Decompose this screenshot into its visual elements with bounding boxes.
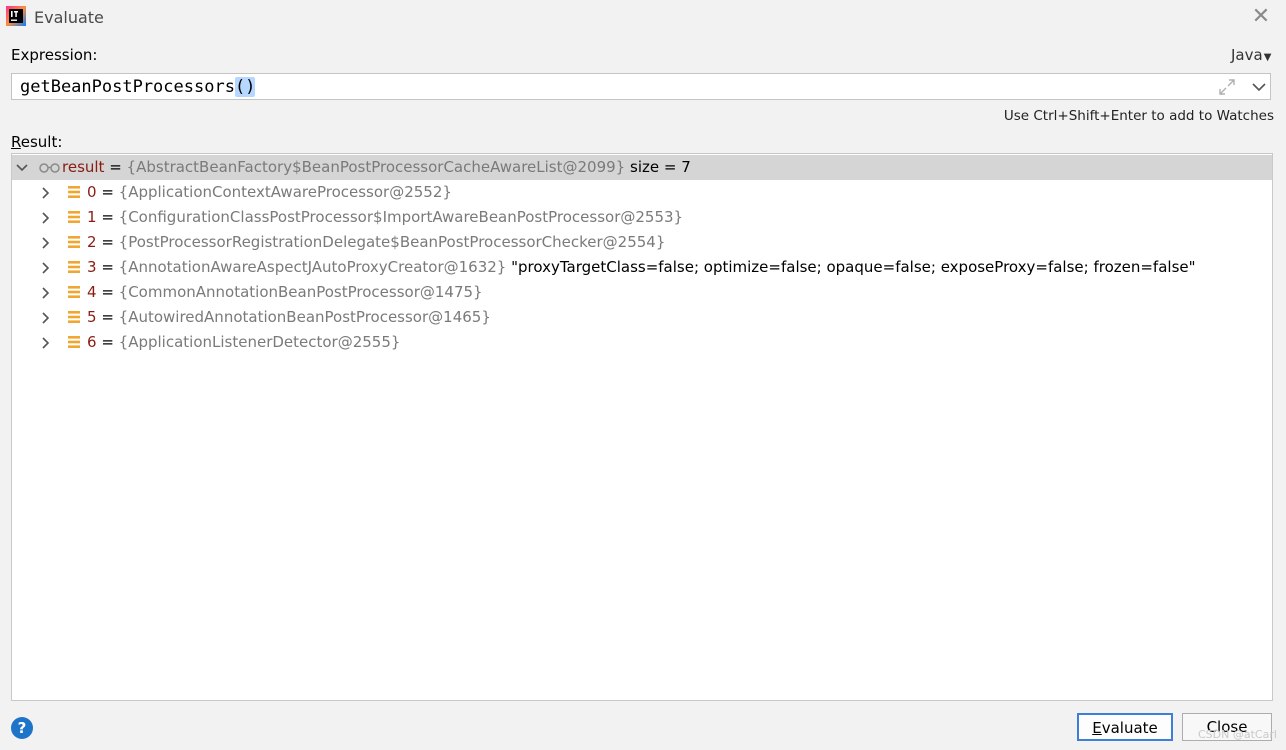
item-extra: "proxyTargetClass=false; optimize=false;… (506, 258, 1196, 276)
tree-row-text: 4 = {CommonAnnotationBeanPostProcessor@1… (87, 280, 483, 305)
tree-row-text: 0 = {ApplicationContextAwareProcessor@25… (87, 180, 452, 205)
close-icon[interactable]: ✕ (1248, 4, 1274, 30)
chevron-right-icon[interactable] (39, 336, 53, 350)
field-icon (68, 186, 80, 198)
chevron-right-icon[interactable] (39, 211, 53, 225)
help-icon[interactable]: ? (11, 717, 33, 739)
tree-row[interactable]: 2 = {PostProcessorRegistrationDelegate$B… (12, 230, 1272, 255)
root-value: {AbstractBeanFactory$BeanPostProcessorCa… (126, 158, 626, 176)
item-index: 3 (87, 258, 97, 276)
root-var-name: result (62, 158, 105, 176)
tree-root-text: result = {AbstractBeanFactory$BeanPostPr… (62, 155, 691, 180)
tree-row[interactable]: 1 = {ConfigurationClassPostProcessor$Imp… (12, 205, 1272, 230)
field-icon (68, 336, 80, 348)
chevron-down-icon[interactable] (15, 161, 29, 175)
field-icon (68, 211, 80, 223)
tree-row-text: 3 = {AnnotationAwareAspectJAutoProxyCrea… (87, 255, 1196, 280)
tree-row-text: 2 = {PostProcessorRegistrationDelegate$B… (87, 230, 665, 255)
item-value: {AnnotationAwareAspectJAutoProxyCreator@… (118, 258, 507, 276)
tree-row[interactable]: 4 = {CommonAnnotationBeanPostProcessor@1… (12, 280, 1272, 305)
item-index: 0 (87, 183, 97, 201)
chevron-right-icon[interactable] (39, 261, 53, 275)
field-icon (68, 261, 80, 273)
item-index: 5 (87, 308, 97, 326)
item-index: 2 (87, 233, 97, 251)
item-value: {AutowiredAnnotationBeanPostProcessor@14… (118, 308, 491, 326)
item-eq: = (96, 333, 119, 351)
chevron-right-icon[interactable] (39, 311, 53, 325)
chevron-right-icon[interactable] (39, 186, 53, 200)
item-value: {CommonAnnotationBeanPostProcessor@1475} (118, 283, 483, 301)
result-tree[interactable]: result = {AbstractBeanFactory$BeanPostPr… (11, 153, 1273, 701)
root-size: size = 7 (625, 158, 691, 176)
intellij-logo-icon (6, 6, 26, 26)
watch-glasses-icon (39, 163, 60, 173)
caret-down-icon: ▼ (1263, 52, 1272, 63)
chevron-right-icon[interactable] (39, 236, 53, 250)
tree-row[interactable]: 3 = {AnnotationAwareAspectJAutoProxyCrea… (12, 255, 1272, 280)
tree-root-row[interactable]: result = {AbstractBeanFactory$BeanPostPr… (12, 155, 1272, 180)
tree-row-text: 5 = {AutowiredAnnotationBeanPostProcesso… (87, 305, 491, 330)
item-value: {ApplicationContextAwareProcessor@2552} (118, 183, 452, 201)
title-bar: Evaluate ✕ (0, 0, 1286, 36)
item-eq: = (96, 233, 119, 251)
item-index: 1 (87, 208, 97, 226)
tree-row[interactable]: 6 = {ApplicationListenerDetector@2555} (12, 330, 1272, 355)
chevron-down-icon[interactable] (1250, 78, 1268, 96)
field-icon (68, 236, 80, 248)
watches-hint: Use Ctrl+Shift+Enter to add to Watches (1003, 108, 1274, 124)
tree-row[interactable]: 5 = {AutowiredAnnotationBeanPostProcesso… (12, 305, 1272, 330)
field-icon (68, 286, 80, 298)
result-label: Result: (11, 133, 62, 151)
item-value: {ApplicationListenerDetector@2555} (118, 333, 401, 351)
expression-label: Expression: (11, 46, 98, 64)
tree-row-text: 6 = {ApplicationListenerDetector@2555} (87, 330, 400, 355)
field-icon (68, 311, 80, 323)
result-label-mnemonic: R (11, 133, 21, 151)
expression-text-main: getBeanPostProcessors (20, 77, 235, 97)
item-eq: = (96, 183, 119, 201)
expression-text-selected: () (234, 77, 256, 97)
expression-input[interactable]: getBeanPostProcessors() (11, 73, 1271, 100)
window-title: Evaluate (34, 8, 104, 27)
evaluate-label-rest: valuate (1101, 719, 1158, 737)
expand-icon[interactable] (1218, 78, 1236, 96)
root-eq: = (104, 158, 127, 176)
item-index: 6 (87, 333, 97, 351)
tree-row-text: 1 = {ConfigurationClassPostProcessor$Imp… (87, 205, 683, 230)
evaluate-button[interactable]: Evaluate (1077, 713, 1173, 741)
item-eq: = (96, 308, 119, 326)
tree-row[interactable]: 0 = {ApplicationContextAwareProcessor@25… (12, 180, 1272, 205)
expression-text[interactable]: getBeanPostProcessors() (20, 75, 256, 99)
item-index: 4 (87, 283, 97, 301)
language-label: Java (1231, 46, 1263, 64)
result-label-rest: esult: (20, 133, 63, 151)
item-eq: = (96, 208, 119, 226)
item-eq: = (96, 258, 119, 276)
item-value: {PostProcessorRegistrationDelegate$BeanP… (118, 233, 666, 251)
chevron-right-icon[interactable] (39, 286, 53, 300)
item-eq: = (96, 283, 119, 301)
item-value: {ConfigurationClassPostProcessor$ImportA… (118, 208, 684, 226)
language-selector[interactable]: Java▼ (1231, 46, 1271, 64)
evaluate-mnemonic: E (1092, 719, 1102, 737)
watermark: CSDN @atCarl (1198, 728, 1277, 741)
